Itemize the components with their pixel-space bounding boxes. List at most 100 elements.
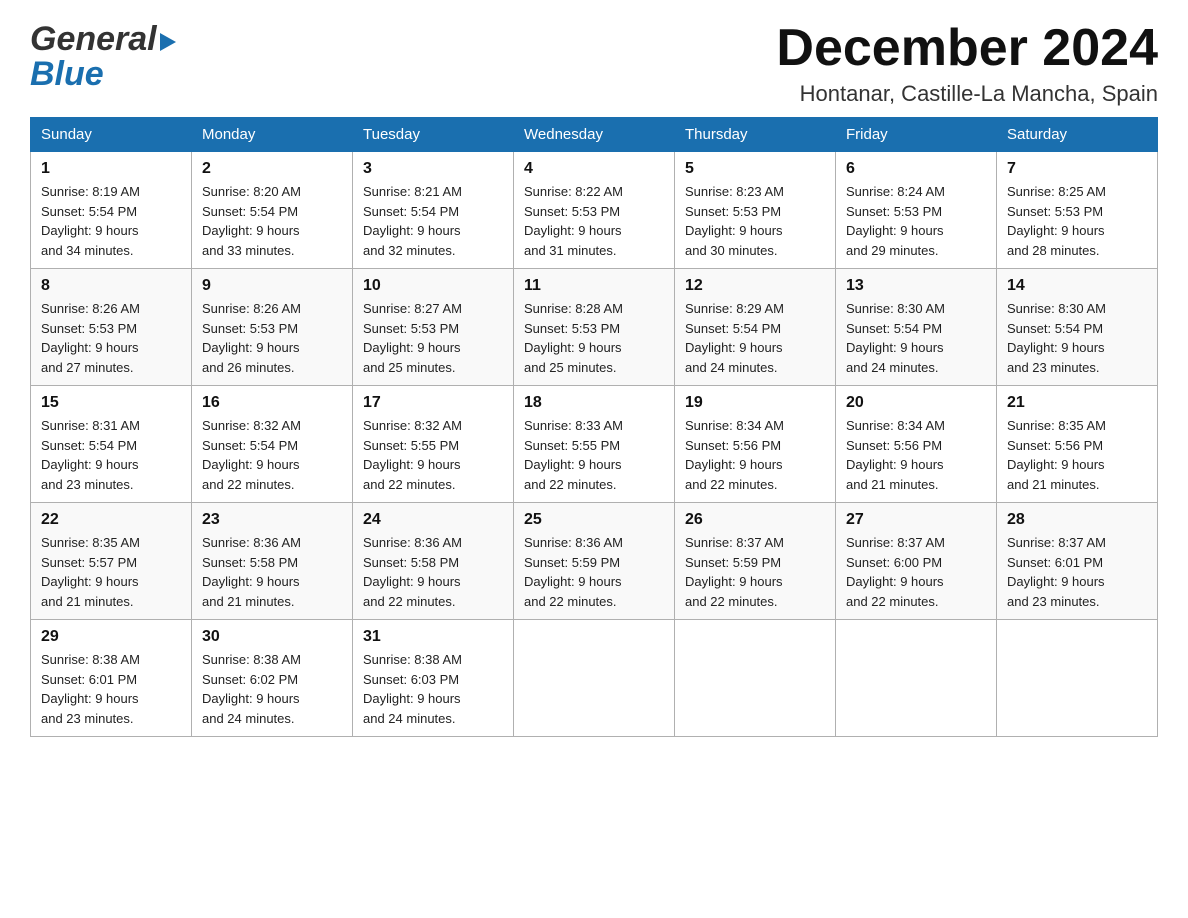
day-info: Sunrise: 8:32 AMSunset: 5:54 PMDaylight:… — [202, 416, 342, 494]
calendar-cell: 23Sunrise: 8:36 AMSunset: 5:58 PMDayligh… — [192, 503, 353, 620]
day-number: 14 — [1007, 277, 1147, 295]
calendar-cell: 2 Sunrise: 8:20 AMSunset: 5:54 PMDaylight… — [192, 152, 353, 269]
calendar-cell: 17 Sunrise: 8:32 AMSunset: 5:55 PMDayligh… — [353, 386, 514, 503]
calendar-cell: 25 Sunrise: 8:36 AMSunset: 5:59 PMDayligh… — [514, 503, 675, 620]
calendar-body: 1 Sunrise: 8:19 AMSunset: 5:54 PMDaylight… — [31, 152, 1158, 737]
day-number: 8 — [41, 277, 181, 295]
day-info: Sunrise: 8:31 AMSunset: 5:54 PMDaylight:… — [41, 416, 181, 494]
day-info: Sunrise: 8:30 AMSunset: 5:54 PMDaylight:… — [846, 299, 986, 377]
day-info: Sunrise: 8:36 AMSunset: 5:59 PMDaylight:… — [524, 533, 664, 611]
day-info: Sunrise: 8:38 AMSunset: 6:01 PMDaylight:… — [41, 650, 181, 728]
calendar-cell: 5 Sunrise: 8:23 AMSunset: 5:53 PMDaylight… — [675, 152, 836, 269]
day-number: 24 — [363, 511, 503, 529]
day-info: Sunrise: 8:33 AMSunset: 5:55 PMDaylight:… — [524, 416, 664, 494]
calendar-cell: 4 Sunrise: 8:22 AMSunset: 5:53 PMDaylight… — [514, 152, 675, 269]
calendar-cell: 16 Sunrise: 8:32 AMSunset: 5:54 PMDayligh… — [192, 386, 353, 503]
day-info: Sunrise: 8:23 AMSunset: 5:53 PMDaylight:… — [685, 182, 825, 260]
day-number: 23 — [202, 511, 342, 529]
weekday-header-monday: Monday — [192, 118, 353, 152]
calendar-cell: 20 Sunrise: 8:34 AMSunset: 5:56 PMDayligh… — [836, 386, 997, 503]
day-info: Sunrise: 8:24 AMSunset: 5:53 PMDaylight:… — [846, 182, 986, 260]
day-number: 18 — [524, 394, 664, 412]
day-info: Sunrise: 8:34 AMSunset: 5:56 PMDaylight:… — [685, 416, 825, 494]
day-info: Sunrise: 8:38 AMSunset: 6:03 PMDaylight:… — [363, 650, 503, 728]
calendar-cell: 11 Sunrise: 8:28 AMSunset: 5:53 PMDayligh… — [514, 269, 675, 386]
calendar-cell: 19 Sunrise: 8:34 AMSunset: 5:56 PMDayligh… — [675, 386, 836, 503]
calendar-cell: 27 Sunrise: 8:37 AMSunset: 6:00 PMDayligh… — [836, 503, 997, 620]
calendar-cell: 15 Sunrise: 8:31 AMSunset: 5:54 PMDayligh… — [31, 386, 192, 503]
day-number: 4 — [524, 160, 664, 178]
logo-blue-text: Blue — [30, 55, 104, 94]
day-info: Sunrise: 8:35 AMSunset: 5:56 PMDaylight:… — [1007, 416, 1147, 494]
logo-general-text: General — [30, 20, 157, 59]
day-info: Sunrise: 8:21 AMSunset: 5:54 PMDaylight:… — [363, 182, 503, 260]
day-number: 10 — [363, 277, 503, 295]
calendar-header-row: SundayMondayTuesdayWednesdayThursdayFrid… — [31, 118, 1158, 152]
day-number: 11 — [524, 277, 664, 295]
day-number: 6 — [846, 160, 986, 178]
day-number: 1 — [41, 160, 181, 178]
weekday-header-tuesday: Tuesday — [353, 118, 514, 152]
calendar-cell: 31 Sunrise: 8:38 AMSunset: 6:03 PMDayligh… — [353, 620, 514, 737]
day-number: 16 — [202, 394, 342, 412]
weekday-header-sunday: Sunday — [31, 118, 192, 152]
calendar-cell: 28 Sunrise: 8:37 AMSunset: 6:01 PMDayligh… — [997, 503, 1158, 620]
calendar-cell: 24 Sunrise: 8:36 AMSunset: 5:58 PMDayligh… — [353, 503, 514, 620]
calendar-week-row: 1 Sunrise: 8:19 AMSunset: 5:54 PMDaylight… — [31, 152, 1158, 269]
day-number: 17 — [363, 394, 503, 412]
weekday-header-thursday: Thursday — [675, 118, 836, 152]
day-number: 25 — [524, 511, 664, 529]
day-info: Sunrise: 8:29 AMSunset: 5:54 PMDaylight:… — [685, 299, 825, 377]
calendar-cell: 6 Sunrise: 8:24 AMSunset: 5:53 PMDaylight… — [836, 152, 997, 269]
day-number: 21 — [1007, 394, 1147, 412]
day-number: 3 — [363, 160, 503, 178]
month-title: December 2024 — [776, 20, 1158, 77]
day-number: 15 — [41, 394, 181, 412]
day-info: Sunrise: 8:27 AMSunset: 5:53 PMDaylight:… — [363, 299, 503, 377]
calendar-cell: 29Sunrise: 8:38 AMSunset: 6:01 PMDayligh… — [31, 620, 192, 737]
day-info: Sunrise: 8:26 AMSunset: 5:53 PMDaylight:… — [202, 299, 342, 377]
day-number: 5 — [685, 160, 825, 178]
day-number: 22 — [41, 511, 181, 529]
calendar-cell — [836, 620, 997, 737]
day-info: Sunrise: 8:20 AMSunset: 5:54 PMDaylight:… — [202, 182, 342, 260]
day-info: Sunrise: 8:36 AMSunset: 5:58 PMDaylight:… — [363, 533, 503, 611]
day-number: 28 — [1007, 511, 1147, 529]
weekday-header-saturday: Saturday — [997, 118, 1158, 152]
calendar-cell: 18 Sunrise: 8:33 AMSunset: 5:55 PMDayligh… — [514, 386, 675, 503]
page-header: General Blue December 2024 Hontanar, Cas… — [30, 20, 1158, 107]
calendar-cell: 1 Sunrise: 8:19 AMSunset: 5:54 PMDaylight… — [31, 152, 192, 269]
day-number: 31 — [363, 628, 503, 646]
day-info: Sunrise: 8:28 AMSunset: 5:53 PMDaylight:… — [524, 299, 664, 377]
calendar-cell — [997, 620, 1158, 737]
day-number: 9 — [202, 277, 342, 295]
title-area: December 2024 Hontanar, Castille-La Manc… — [776, 20, 1158, 107]
day-info: Sunrise: 8:26 AMSunset: 5:53 PMDaylight:… — [41, 299, 181, 377]
day-info: Sunrise: 8:37 AMSunset: 6:00 PMDaylight:… — [846, 533, 986, 611]
calendar-week-row: 22 Sunrise: 8:35 AMSunset: 5:57 PMDayligh… — [31, 503, 1158, 620]
day-info: Sunrise: 8:19 AMSunset: 5:54 PMDaylight:… — [41, 182, 181, 260]
calendar-cell: 12Sunrise: 8:29 AMSunset: 5:54 PMDayligh… — [675, 269, 836, 386]
day-info: Sunrise: 8:30 AMSunset: 5:54 PMDaylight:… — [1007, 299, 1147, 377]
day-number: 30 — [202, 628, 342, 646]
day-info: Sunrise: 8:25 AMSunset: 5:53 PMDaylight:… — [1007, 182, 1147, 260]
day-number: 20 — [846, 394, 986, 412]
calendar-cell: 9 Sunrise: 8:26 AMSunset: 5:53 PMDaylight… — [192, 269, 353, 386]
calendar-cell: 7Sunrise: 8:25 AMSunset: 5:53 PMDaylight… — [997, 152, 1158, 269]
day-info: Sunrise: 8:37 AMSunset: 6:01 PMDaylight:… — [1007, 533, 1147, 611]
day-info: Sunrise: 8:32 AMSunset: 5:55 PMDaylight:… — [363, 416, 503, 494]
day-info: Sunrise: 8:34 AMSunset: 5:56 PMDaylight:… — [846, 416, 986, 494]
calendar-cell — [675, 620, 836, 737]
day-number: 13 — [846, 277, 986, 295]
weekday-header-wednesday: Wednesday — [514, 118, 675, 152]
day-number: 27 — [846, 511, 986, 529]
day-number: 19 — [685, 394, 825, 412]
day-info: Sunrise: 8:35 AMSunset: 5:57 PMDaylight:… — [41, 533, 181, 611]
calendar-week-row: 15 Sunrise: 8:31 AMSunset: 5:54 PMDayligh… — [31, 386, 1158, 503]
calendar-cell: 30 Sunrise: 8:38 AMSunset: 6:02 PMDayligh… — [192, 620, 353, 737]
day-info: Sunrise: 8:38 AMSunset: 6:02 PMDaylight:… — [202, 650, 342, 728]
day-info: Sunrise: 8:22 AMSunset: 5:53 PMDaylight:… — [524, 182, 664, 260]
calendar-cell: 8 Sunrise: 8:26 AMSunset: 5:53 PMDaylight… — [31, 269, 192, 386]
day-number: 2 — [202, 160, 342, 178]
day-number: 26 — [685, 511, 825, 529]
